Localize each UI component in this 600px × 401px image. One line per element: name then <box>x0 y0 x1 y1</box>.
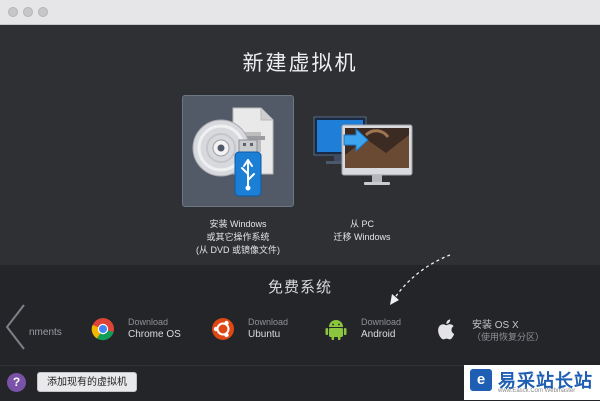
chevron-left-icon[interactable] <box>4 303 26 351</box>
chrome-icon <box>91 318 114 341</box>
help-button[interactable]: ? <box>7 373 26 392</box>
page-title: 新建虚拟机 <box>242 52 358 75</box>
new-vm-panel: 新建虚拟机 安装 Windows 或其它操作系统 (从 DVD 或镜像文件) 从… <box>0 25 600 265</box>
ubuntu-name: Ubuntu <box>248 329 281 340</box>
migrate-pc-line1: 从 PC <box>349 219 374 229</box>
ubuntu-download-label: Download <box>248 317 289 327</box>
android-download-label: Download <box>361 317 402 327</box>
watermark: e 易采站长站 www.Easck.Com Webmaster <box>464 365 600 400</box>
install-windows-option[interactable] <box>182 95 294 207</box>
add-existing-vm-button[interactable]: 添加现有的虚拟机 <box>37 372 137 392</box>
android-name: Android <box>361 329 396 340</box>
title-bar <box>0 0 600 25</box>
ubuntu-icon <box>212 318 234 340</box>
migrate-pc-label: 从 PC 迁移 Windows <box>282 218 442 244</box>
install-windows-line3: (从 DVD 或镜像文件) <box>196 245 280 255</box>
apple-icon <box>438 319 455 340</box>
free-systems-heading: 免费系统 <box>267 279 332 296</box>
dvd-usb-icon <box>192 107 274 197</box>
chrome-download-label: Download <box>128 317 169 327</box>
zoom-window-button[interactable] <box>38 7 48 17</box>
osx-install-label: 安装 OS X <box>472 320 519 331</box>
free-systems-panel: 免费系统 nments Download Chrome OS Download … <box>0 254 600 365</box>
migrate-pc-line2: 迁移 Windows <box>333 232 391 242</box>
minimize-window-button[interactable] <box>23 7 33 17</box>
close-window-button[interactable] <box>8 7 18 17</box>
watermark-url: www.Easck.Com Webmaster <box>498 388 576 394</box>
migrate-pc-option[interactable] <box>306 95 418 207</box>
chrome-name: Chrome OS <box>128 329 181 340</box>
android-icon <box>325 320 347 340</box>
watermark-logo: e <box>470 369 492 391</box>
pc-migrate-icon <box>313 116 413 185</box>
partial-list-item[interactable]: nments <box>29 327 62 338</box>
osx-recovery-note: （使用恢复分区） <box>472 332 545 342</box>
